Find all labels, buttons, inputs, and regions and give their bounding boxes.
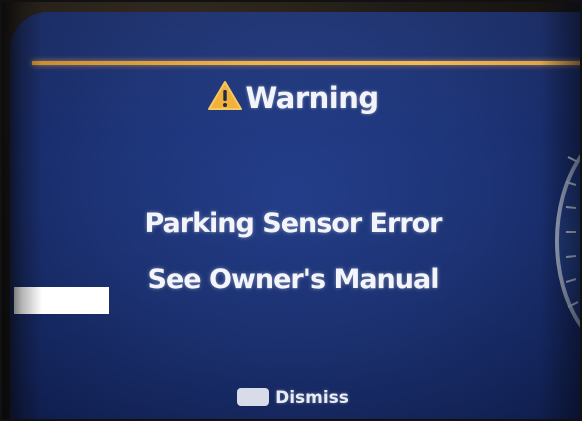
warning-triangle-icon (208, 81, 243, 110)
warning-title-row: Warning (2, 80, 580, 115)
photo-frame: Warning Parking Sensor Error See Owner's… (0, 0, 582, 421)
accent-line (32, 61, 580, 65)
left-edge-shadow (2, 2, 42, 419)
error-message-line-1: Parking Sensor Error (144, 208, 442, 239)
right-edge-shadow (540, 2, 580, 419)
dismiss-hint[interactable]: Dismiss (2, 388, 580, 408)
warning-title: Warning (245, 81, 379, 115)
dismiss-label: Dismiss (275, 388, 349, 408)
ok-button-key-icon (237, 388, 270, 406)
